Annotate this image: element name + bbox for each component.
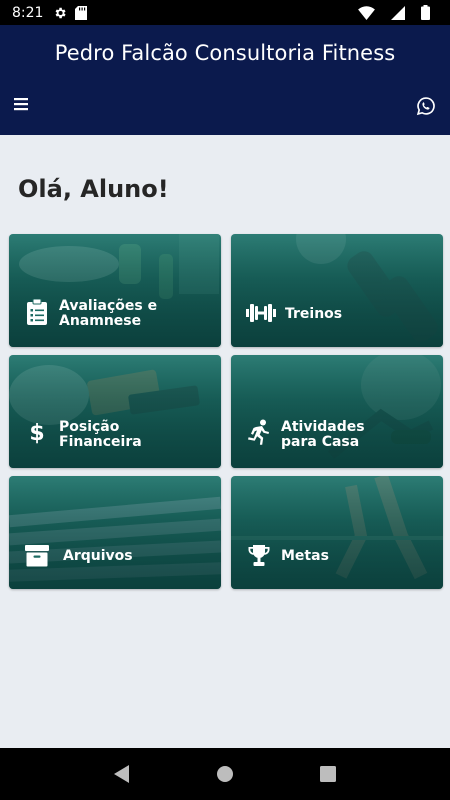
clipboard-list-icon — [25, 299, 49, 325]
tile-label: Metas — [281, 549, 329, 564]
tile-label: Treinos — [285, 307, 342, 322]
tile-label: Posição Financeira — [59, 420, 142, 450]
tile-label-line2: Financeira — [59, 434, 142, 450]
tile-label-line1: Posição — [59, 419, 120, 435]
archive-box-icon — [25, 544, 49, 568]
home-icon[interactable] — [213, 762, 237, 786]
battery-icon — [421, 5, 430, 20]
tile-label: Avaliações e Anamnese — [59, 299, 157, 329]
recents-icon[interactable] — [316, 762, 340, 786]
tile-metas[interactable]: Metas — [231, 476, 443, 589]
status-time: 8:21 — [12, 4, 44, 21]
dollar-icon: $ — [25, 420, 49, 444]
tile-arquivos[interactable]: Arquivos — [9, 476, 221, 589]
trophy-icon — [247, 544, 271, 568]
hamburger-menu-icon[interactable] — [14, 97, 32, 115]
tile-label-line2: Anamnese — [59, 313, 142, 329]
gear-icon — [53, 6, 67, 20]
status-bar: 8:21 — [0, 0, 450, 25]
tile-label: Atividades para Casa — [281, 420, 365, 450]
dumbbell-icon — [245, 301, 277, 325]
main-content: Olá, Aluno! Avaliações e Anamnese Treino… — [0, 135, 450, 748]
tile-label-line1: Avaliações e — [59, 298, 158, 314]
tile-posicao-financeira[interactable]: $ Posição Financeira — [9, 355, 221, 468]
app-bar: Pedro Falcão Consultoria Fitness — [0, 25, 450, 135]
tile-label: Arquivos — [63, 549, 133, 564]
greeting-heading: Olá, Aluno! — [18, 175, 169, 203]
signal-icon — [391, 5, 405, 20]
svg-text:$: $ — [30, 421, 44, 444]
back-icon[interactable] — [110, 762, 134, 786]
wifi-icon — [358, 5, 375, 20]
tile-avaliacoes-anamnese[interactable]: Avaliações e Anamnese — [9, 234, 221, 347]
tile-atividades-para-casa[interactable]: Atividades para Casa — [231, 355, 443, 468]
tile-label-line1: Metas — [281, 548, 329, 564]
tile-label-line1: Treinos — [285, 306, 343, 322]
sd-card-icon — [75, 5, 88, 20]
tile-treinos[interactable]: Treinos — [231, 234, 443, 347]
system-nav-bar — [0, 748, 450, 800]
app-title: Pedro Falcão Consultoria Fitness — [54, 41, 396, 65]
running-icon — [247, 419, 271, 445]
tile-label-line1: Arquivos — [63, 548, 133, 564]
tile-label-line1: Atividades — [281, 419, 365, 435]
tile-label-line2: para Casa — [281, 434, 360, 450]
whatsapp-icon[interactable] — [416, 96, 436, 116]
